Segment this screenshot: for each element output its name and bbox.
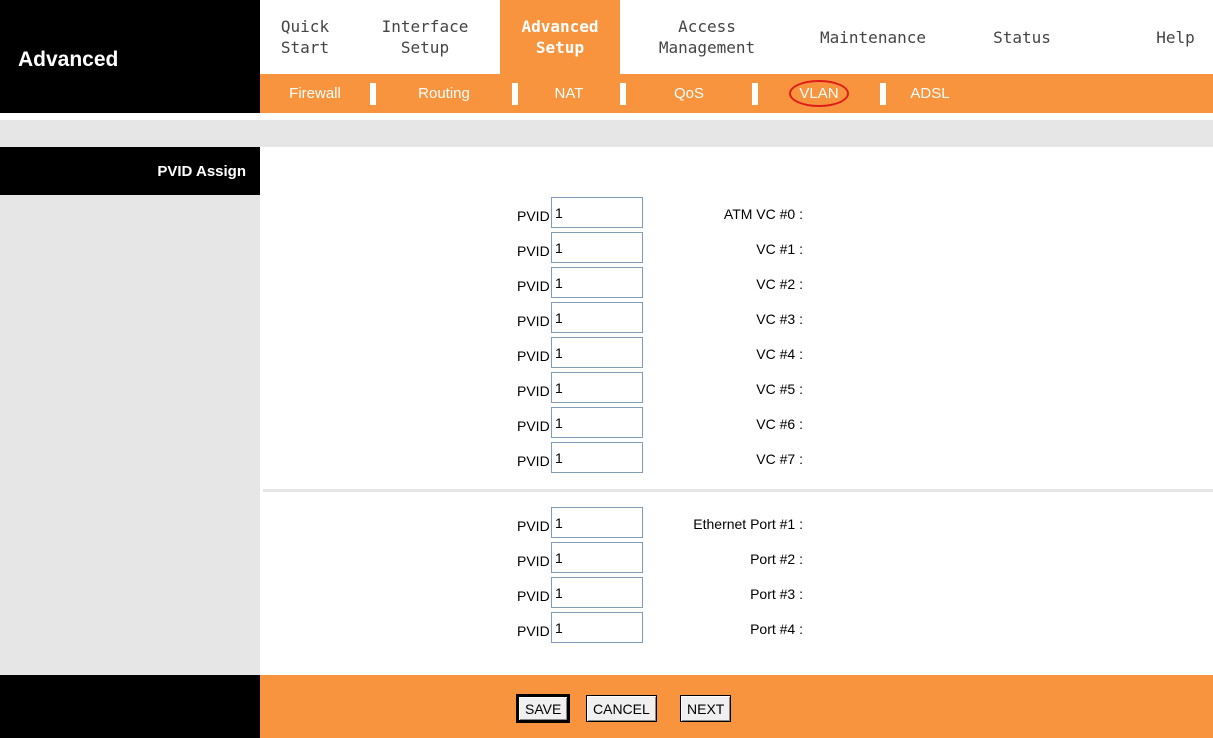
- pvid-label: PVID: [517, 278, 550, 294]
- sub-navigation: Firewall Routing NAT QoS VLAN ADSL: [260, 74, 1213, 113]
- pvid-label: PVID: [517, 208, 550, 224]
- row-label: VC #6 :: [756, 416, 803, 432]
- section-title: PVID Assign: [157, 163, 246, 180]
- pvid-input-port4[interactable]: [551, 612, 643, 643]
- subnav-vlan[interactable]: VLAN: [758, 74, 880, 113]
- pvid-label: PVID: [517, 588, 550, 604]
- pvid-row-eth-port1: Ethernet Port #1 : PVID: [260, 507, 1213, 541]
- pvid-label: PVID: [517, 453, 550, 469]
- nav-label-line2: Setup: [535, 38, 585, 57]
- pvid-row-vc4: VC #4 : PVID: [260, 337, 1213, 371]
- row-label: VC #7 :: [756, 451, 803, 467]
- brand-title: Advanced: [18, 48, 119, 71]
- row-label: Port #2 :: [750, 551, 803, 567]
- footer-bar: SAVE CANCEL NEXT: [260, 675, 1213, 738]
- nav-label-line1: Help: [1156, 27, 1195, 47]
- pvid-label: PVID: [517, 553, 550, 569]
- pvid-label: PVID: [517, 383, 550, 399]
- row-label: VC #4 :: [756, 346, 803, 362]
- subnav-label: Firewall: [289, 85, 341, 102]
- pvid-label: PVID: [517, 623, 550, 639]
- pvid-row-port3: Port #3 : PVID: [260, 577, 1213, 611]
- nav-interface-setup[interactable]: Interface Setup: [370, 0, 480, 74]
- nav-advanced-setup[interactable]: Advanced Setup: [500, 0, 620, 74]
- nav-label-line2: Setup: [400, 38, 450, 57]
- row-label: VC #1 :: [756, 241, 803, 257]
- nav-label-line2: Start: [280, 38, 330, 57]
- row-label: Port #3 :: [750, 586, 803, 602]
- pvid-input-vc3[interactable]: [551, 302, 643, 333]
- pvid-row-port2: Port #2 : PVID: [260, 542, 1213, 576]
- row-label: Port #4 :: [750, 621, 803, 637]
- subnav-firewall[interactable]: Firewall: [260, 74, 370, 113]
- pvid-input-port2[interactable]: [551, 542, 643, 573]
- pvid-label: PVID: [517, 243, 550, 259]
- nav-label-line1: Interface: [381, 17, 469, 36]
- pvid-row-atm-vc0: ATM VC #0 : PVID: [260, 197, 1213, 231]
- pvid-input-atm-vc0[interactable]: [551, 197, 643, 228]
- pvid-row-port4: Port #4 : PVID: [260, 612, 1213, 646]
- nav-label-line1: Maintenance: [820, 27, 926, 47]
- nav-label-line1: Quick: [280, 17, 330, 36]
- subnav-qos[interactable]: QoS: [626, 74, 752, 113]
- subnav-label: ADSL: [910, 85, 950, 102]
- header-spacer-bar: [0, 120, 1213, 147]
- section-header: PVID Assign: [0, 147, 260, 195]
- nav-help[interactable]: Help: [1138, 0, 1213, 74]
- subnav-routing[interactable]: Routing: [376, 74, 512, 113]
- pvid-input-port3[interactable]: [551, 577, 643, 608]
- pvid-row-vc3: VC #3 : PVID: [260, 302, 1213, 336]
- subnav-nat[interactable]: NAT: [518, 74, 620, 113]
- pvid-input-vc1[interactable]: [551, 232, 643, 263]
- pvid-label: PVID: [517, 313, 550, 329]
- subnav-label: VLAN: [789, 80, 849, 107]
- section-divider: [263, 489, 1213, 492]
- brand-panel: Advanced: [0, 0, 260, 113]
- footer-brand-block: [0, 675, 260, 738]
- row-label: VC #3 :: [756, 311, 803, 327]
- next-button[interactable]: NEXT: [680, 695, 732, 722]
- pvid-input-vc4[interactable]: [551, 337, 643, 368]
- pvid-label: PVID: [517, 348, 550, 364]
- nav-label-line1: Status: [993, 27, 1051, 47]
- pvid-input-vc2[interactable]: [551, 267, 643, 298]
- row-label: ATM VC #0 :: [723, 206, 803, 222]
- nav-label-line2: Management: [658, 38, 756, 57]
- pvid-input-vc7[interactable]: [551, 442, 643, 473]
- pvid-input-vc5[interactable]: [551, 372, 643, 403]
- row-label: VC #5 :: [756, 381, 803, 397]
- subnav-label: Routing: [418, 85, 470, 102]
- pvid-input-vc6[interactable]: [551, 407, 643, 438]
- sidebar: [0, 147, 260, 675]
- highlight-ring: [789, 80, 849, 107]
- subnav-label: NAT: [554, 85, 584, 102]
- pvid-row-vc6: VC #6 : PVID: [260, 407, 1213, 441]
- top-navigation: Quick Start Interface Setup Advanced Setup …: [260, 0, 1213, 74]
- pvid-row-vc1: VC #1 : PVID: [260, 232, 1213, 266]
- nav-label-line1: Advanced: [521, 17, 599, 36]
- pvid-input-eth-port1[interactable]: [551, 507, 643, 538]
- nav-label-line1: Access: [678, 17, 736, 36]
- save-button[interactable]: SAVE: [515, 694, 571, 723]
- nav-quick-start[interactable]: Quick Start: [260, 0, 350, 74]
- subnav-label: QoS: [673, 85, 704, 102]
- nav-status[interactable]: Status: [982, 0, 1062, 74]
- nav-maintenance[interactable]: Maintenance: [808, 0, 938, 74]
- pvid-row-vc7: VC #7 : PVID: [260, 442, 1213, 476]
- nav-access-management[interactable]: Access Management: [642, 0, 772, 74]
- pvid-row-vc5: VC #5 : PVID: [260, 372, 1213, 406]
- pvid-row-vc2: VC #2 : PVID: [260, 267, 1213, 301]
- pvid-label: PVID: [517, 418, 550, 434]
- pvid-label: PVID: [517, 518, 550, 534]
- row-label: VC #2 :: [756, 276, 803, 292]
- row-label: Ethernet Port #1 :: [693, 516, 803, 532]
- cancel-button[interactable]: CANCEL: [586, 695, 657, 722]
- subnav-adsl[interactable]: ADSL: [886, 74, 974, 113]
